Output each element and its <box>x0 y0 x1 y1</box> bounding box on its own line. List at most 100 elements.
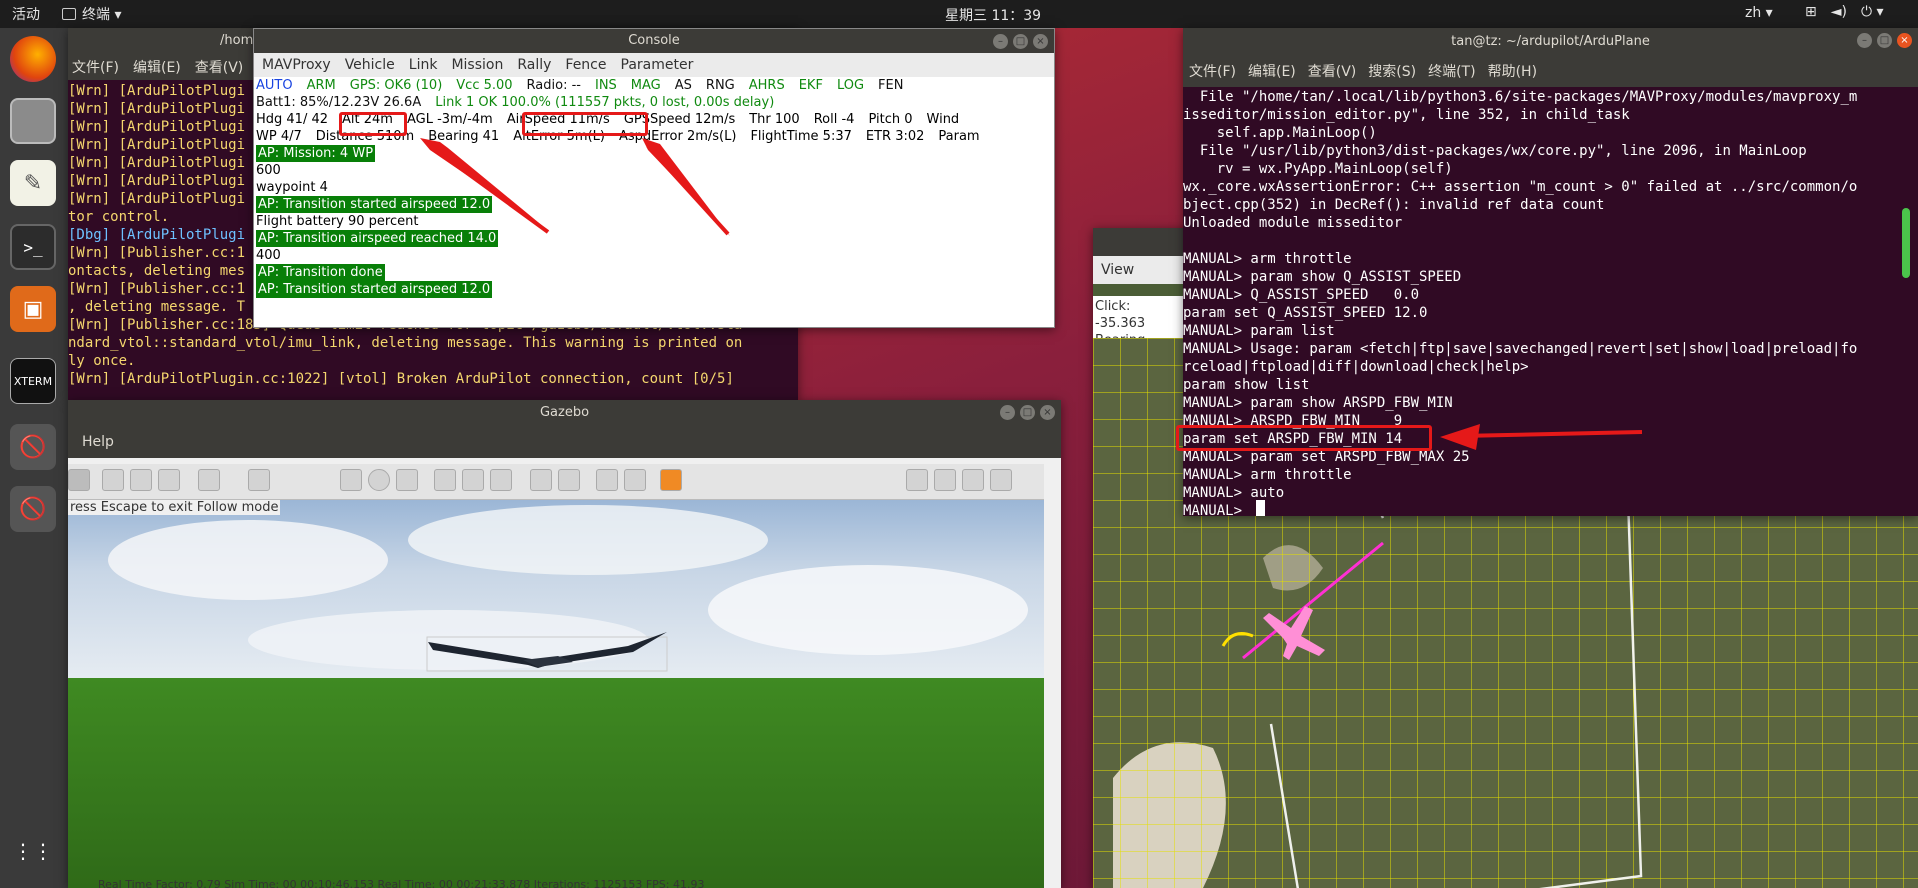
minimize-icon[interactable]: – <box>993 34 1008 49</box>
console-menu-rally[interactable]: Rally <box>517 57 551 73</box>
app-menu[interactable]: 终端 ▾ <box>62 4 121 24</box>
terminal-line: MANUAL> param list <box>1183 323 1335 339</box>
console-menu-link[interactable]: Link <box>409 57 438 73</box>
terminal-app-icon <box>62 8 76 20</box>
param-set-highlight-box <box>1176 425 1432 451</box>
console-menu-mavproxy[interactable]: MAVProxy <box>262 57 331 73</box>
point-light-icon[interactable] <box>462 469 484 491</box>
close-icon[interactable]: × <box>1897 33 1912 48</box>
status-field: EKF <box>798 78 823 93</box>
airspeed-highlight-box <box>522 112 648 136</box>
sphere-shape-icon[interactable] <box>368 469 390 491</box>
menu-help[interactable]: 帮助(H) <box>1488 61 1537 81</box>
menu-file[interactable]: 文件(F) <box>1189 61 1236 81</box>
maximize-icon[interactable]: □ <box>1877 33 1892 48</box>
blocked-app-icon[interactable]: 🚫 <box>10 486 56 532</box>
gazebo-titlebar[interactable]: Gazebo – □ × <box>68 400 1061 426</box>
terminal-line: File "/home/tan/.local/lib/python3.6/sit… <box>1183 89 1858 105</box>
copy-icon[interactable] <box>530 469 552 491</box>
maximize-icon[interactable]: □ <box>1020 405 1035 420</box>
menu-terminal[interactable]: 终端(T) <box>1428 61 1475 81</box>
status-field: AHRS <box>748 78 785 93</box>
rotate-tool-icon[interactable] <box>130 469 152 491</box>
app-menu-label: 终端 ▾ <box>82 7 122 23</box>
right-terminal-title: tan@tz: ~/ardupilot/ArduPlane <box>1451 34 1650 49</box>
close-icon[interactable]: × <box>1033 34 1048 49</box>
console-menu-fence[interactable]: Fence <box>565 57 606 73</box>
menu-edit[interactable]: 编辑(E) <box>133 57 181 77</box>
terminal-scrollbar[interactable] <box>1902 208 1910 278</box>
status-field: RNG <box>705 78 735 93</box>
translate-tool-icon[interactable] <box>102 469 124 491</box>
close-icon[interactable]: × <box>1040 405 1055 420</box>
console-menu-vehicle[interactable]: Vehicle <box>345 57 395 73</box>
show-apps-icon[interactable]: ⋮⋮ <box>10 828 56 874</box>
status-field: AGL -3m/-4m <box>406 112 493 127</box>
status-field: Param <box>938 129 980 144</box>
terminal-line: MANUAL> <box>1183 503 1251 516</box>
software-icon[interactable]: ▣ <box>10 286 56 332</box>
undo-icon[interactable] <box>198 469 220 491</box>
map-click-coord: Click: -35.363 <box>1095 299 1146 331</box>
status-field: Hdg 41/ 42 <box>256 112 329 127</box>
gazebo-window: Gazebo – □ × Help ress Escape to exit Fo… <box>68 400 1061 888</box>
scale-tool-icon[interactable] <box>158 469 180 491</box>
text-editor-icon[interactable]: ✎ <box>10 160 56 206</box>
status-field: LOG <box>836 78 865 93</box>
right-terminal-output[interactable]: File "/home/tan/.local/lib/python3.6/sit… <box>1183 87 1918 516</box>
menu-view[interactable]: 查看(V) <box>1308 61 1357 81</box>
power-icon: ⏻ ▾ <box>1860 4 1884 20</box>
minimize-icon[interactable]: – <box>1000 405 1015 420</box>
terminal-icon[interactable]: >_ <box>10 224 56 270</box>
status-field: Wind <box>926 112 960 127</box>
plot-icon[interactable] <box>962 469 984 491</box>
change-view-icon[interactable] <box>660 469 682 491</box>
box-shape-icon[interactable] <box>340 469 362 491</box>
clock[interactable]: 星期三 11：39 <box>945 5 1041 25</box>
maximize-icon[interactable]: □ <box>1013 34 1028 49</box>
firefox-icon[interactable] <box>10 36 56 82</box>
menu-edit[interactable]: 编辑(E) <box>1248 61 1296 81</box>
terminal-line: ndard_vtol::standard_vtol/imu_link, dele… <box>68 335 743 351</box>
status-field: Roll -4 <box>813 112 855 127</box>
redo-icon[interactable] <box>248 469 270 491</box>
log-line: AP: Transition started airspeed 12.0 <box>256 196 493 213</box>
sun-light-icon[interactable] <box>434 469 456 491</box>
video-icon[interactable] <box>990 469 1012 491</box>
terminal-line: isseditor/mission_editor.py", line 352, … <box>1183 107 1630 123</box>
gazebo-3d-viewport[interactable]: ress Escape to exit Follow mode <box>68 500 1044 888</box>
right-terminal-menubar: 文件(F) 编辑(E) 查看(V) 搜索(S) 终端(T) 帮助(H) <box>1183 55 1918 87</box>
paste-icon[interactable] <box>558 469 580 491</box>
align-icon[interactable] <box>596 469 618 491</box>
menu-file[interactable]: 文件(F) <box>72 57 119 77</box>
minimize-icon[interactable]: – <box>1857 33 1872 48</box>
terminal-line: MANUAL> param show ARSPD_FBW_MIN <box>1183 395 1453 411</box>
activities-button[interactable]: 活动 <box>12 4 40 24</box>
console-message-log[interactable]: AP: Mission: 4 WP 600 waypoint 4 AP: Transi… <box>254 145 1054 298</box>
screenshot-icon[interactable] <box>906 469 928 491</box>
console-menu-parameter[interactable]: Parameter <box>621 57 694 73</box>
console-titlebar[interactable]: Console – □ × <box>254 29 1054 53</box>
terminal-line: MANUAL> Q_ASSIST_SPEED 0.0 <box>1183 287 1420 303</box>
input-method[interactable]: zh ▾ <box>1745 5 1773 21</box>
files-icon[interactable] <box>10 98 56 144</box>
blocked-app-icon[interactable]: 🚫 <box>10 424 56 470</box>
cylinder-shape-icon[interactable] <box>396 469 418 491</box>
status-field: AS <box>674 78 692 93</box>
menu-view[interactable]: 查看(V) <box>195 57 244 77</box>
menu-help[interactable]: Help <box>82 434 114 450</box>
snap-icon[interactable] <box>624 469 646 491</box>
right-terminal-window-controls: – □ × <box>1857 33 1912 48</box>
status-field: Pitch 0 <box>868 112 913 127</box>
xterm-icon[interactable]: XTERM <box>10 358 56 404</box>
terminal-line: param show list <box>1183 377 1310 393</box>
system-tray[interactable]: ⊞ ◄) ⏻ ▾ <box>1805 4 1884 20</box>
menu-search[interactable]: 搜索(S) <box>1368 61 1416 81</box>
spot-light-icon[interactable] <box>490 469 512 491</box>
log-icon[interactable] <box>934 469 956 491</box>
gazebo-title: Gazebo <box>539 405 590 420</box>
top-bar: 活动 终端 ▾ 星期三 11：39 zh ▾ ⊞ ◄) ⏻ ▾ <box>0 0 1918 28</box>
console-menu-mission[interactable]: Mission <box>451 57 503 73</box>
select-tool-icon[interactable] <box>68 469 90 491</box>
right-terminal-titlebar[interactable]: tan@tz: ~/ardupilot/ArduPlane – □ × <box>1183 28 1918 55</box>
